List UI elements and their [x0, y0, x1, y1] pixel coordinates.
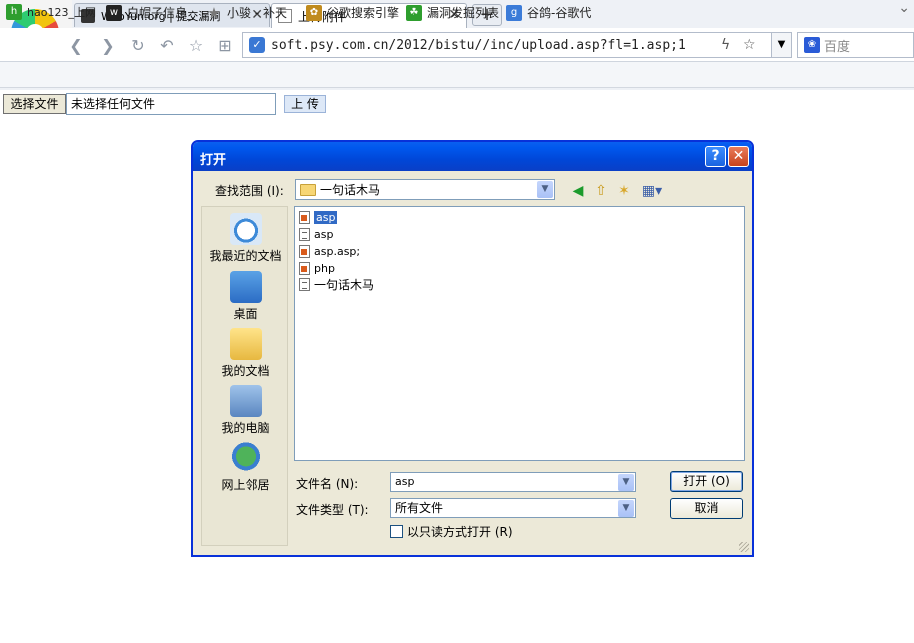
dialog-title: 打开 — [200, 153, 227, 168]
open-file-dialog: 打开 ? ✕ 查找范围 (I): 一句话木马 ▼ ◀ ⇧ ✶ ▦▾ 我最近的文档… — [191, 140, 754, 557]
refresh-icon[interactable]: ↻ — [128, 36, 148, 56]
bookmark-label: hao123_上网 — [27, 6, 96, 19]
no-file-text: 未选择任何文件 — [66, 93, 276, 115]
choose-file-button[interactable]: 选择文件 — [3, 94, 66, 114]
bookmark-wooyun[interactable]: w 白帽子信息_ — [106, 4, 193, 21]
dialog-titlebar[interactable]: 打开 ? ✕ — [193, 142, 752, 171]
undo-icon[interactable]: ↶ — [157, 36, 177, 56]
bookmark-vuln-list[interactable]: ☘ 漏洞发掘列表 — [406, 4, 499, 21]
back-icon[interactable]: ❮ — [66, 36, 86, 56]
bug-icon: ☘ — [406, 4, 422, 21]
forward-icon[interactable]: ❯ — [98, 36, 118, 56]
place-label: 网上邻居 — [221, 478, 270, 492]
address-url[interactable]: soft.psy.com.cn/2012/bistu//inc/upload.a… — [271, 38, 711, 53]
up-folder-icon[interactable]: ⇧ — [592, 182, 610, 200]
close-button[interactable]: ✕ — [728, 146, 749, 167]
my-computer-icon — [229, 385, 262, 417]
place-label: 我的文档 — [221, 364, 270, 378]
recent-documents-icon — [229, 213, 262, 245]
php-file-icon — [299, 262, 310, 275]
file-type-select[interactable]: 所有文件 ▼ — [390, 498, 636, 518]
lightning-icon[interactable]: ϟ — [721, 37, 730, 53]
file-name-field[interactable]: asp ▼ — [390, 472, 636, 492]
bookmark-butian[interactable]: ★ 小骏 - 补天 — [206, 4, 287, 21]
bookmark-google-search[interactable]: ✿ 谷歌搜索引擎 — [306, 4, 399, 21]
checkbox-icon[interactable] — [390, 525, 403, 538]
file-type-label: 文件类型 (T): — [296, 503, 369, 517]
text-file-icon — [299, 228, 310, 241]
desktop-icon — [229, 271, 262, 303]
network-places-icon — [229, 442, 262, 474]
text-file-icon — [299, 278, 310, 291]
my-documents-icon — [229, 328, 262, 360]
asp-file-icon — [299, 211, 310, 224]
bookmark-label: 小骏 - 补天 — [227, 6, 287, 20]
bookmark-label: 谷鸽-谷歌代 — [527, 6, 592, 20]
apps-grid-icon[interactable]: ⊞ — [215, 36, 235, 56]
tab-menu-icon[interactable]: ⌄ — [898, 0, 910, 16]
search-input[interactable]: 百度 — [824, 36, 850, 55]
bookmark-label: 谷歌搜索引擎 — [327, 6, 400, 20]
list-item[interactable]: asp.asp; — [299, 244, 360, 259]
place-my-computer[interactable]: 我的电脑 — [202, 385, 289, 436]
star-icon: ★ — [207, 3, 221, 22]
address-bar[interactable]: ✓ soft.psy.com.cn/2012/bistu//inc/upload… — [242, 32, 772, 58]
file-type-value: 所有文件 — [395, 501, 444, 515]
bookmark-label: 白帽子信息_ — [127, 6, 194, 20]
list-item[interactable]: php — [299, 261, 335, 276]
place-recent[interactable]: 我最近的文档 — [202, 213, 289, 264]
new-folder-icon[interactable]: ✶ — [615, 182, 633, 200]
file-name-value: asp — [395, 475, 415, 488]
look-in-select[interactable]: 一句话木马 ▼ — [295, 179, 555, 200]
chevron-down-icon[interactable]: ▼ — [537, 181, 553, 198]
list-item[interactable]: asp — [299, 210, 338, 225]
bookmark-label: 漏洞发掘列表 — [427, 6, 500, 20]
search-box[interactable]: ❀ 百度 — [797, 32, 914, 58]
bookmark-google-proxy[interactable]: g 谷鸽-谷歌代 — [506, 4, 591, 21]
baidu-paw-icon: ❀ — [804, 37, 820, 53]
bookmark-star-icon[interactable]: ☆ — [743, 37, 756, 53]
help-button[interactable]: ? — [705, 146, 726, 167]
chevron-down-icon[interactable]: ▼ — [618, 474, 634, 491]
folder-icon — [300, 183, 316, 196]
readonly-checkbox[interactable]: 以只读方式打开 (R) — [390, 523, 513, 540]
asp-file-icon — [299, 245, 310, 258]
view-menu-icon[interactable]: ▦▾ — [639, 182, 665, 200]
address-dropdown-icon[interactable]: ▼ — [772, 32, 792, 58]
list-item[interactable]: asp — [299, 227, 333, 242]
places-bar: 我最近的文档 桌面 我的文档 我的电脑 网上邻居 — [201, 206, 288, 546]
resize-grip-icon[interactable] — [739, 542, 749, 552]
hao123-icon: h — [6, 4, 22, 20]
back-icon[interactable]: ◀ — [569, 182, 587, 200]
readonly-label: 以只读方式打开 (R) — [407, 525, 513, 539]
file-name-label: 文件名 (N): — [296, 477, 359, 491]
look-in-value: 一句话木马 — [320, 183, 381, 197]
shield-icon: ✓ — [249, 37, 265, 53]
wooyun-icon: w — [106, 4, 122, 21]
place-label: 桌面 — [233, 307, 258, 321]
place-label: 我最近的文档 — [209, 249, 282, 263]
cancel-button[interactable]: 取消 — [670, 498, 743, 519]
place-label: 我的电脑 — [221, 421, 270, 435]
google-g-icon: g — [506, 4, 522, 21]
file-list[interactable]: asp asp asp.asp; php 一句话木马 — [294, 206, 745, 461]
place-my-documents[interactable]: 我的文档 — [202, 328, 289, 379]
look-in-label: 查找范围 (I): — [215, 184, 284, 198]
open-button[interactable]: 打开 (O) — [670, 471, 743, 492]
upload-button[interactable]: 上 传 — [284, 95, 326, 113]
bookmarks-bar — [0, 62, 914, 88]
bookmark-hao123[interactable]: h hao123_上网 — [6, 4, 96, 20]
list-item[interactable]: 一句话木马 — [299, 277, 374, 292]
place-desktop[interactable]: 桌面 — [202, 271, 289, 322]
google-search-icon: ✿ — [306, 4, 322, 21]
favorite-star-icon[interactable]: ☆ — [186, 36, 206, 56]
chevron-down-icon[interactable]: ▼ — [618, 500, 634, 517]
place-network[interactable]: 网上邻居 — [202, 442, 289, 493]
